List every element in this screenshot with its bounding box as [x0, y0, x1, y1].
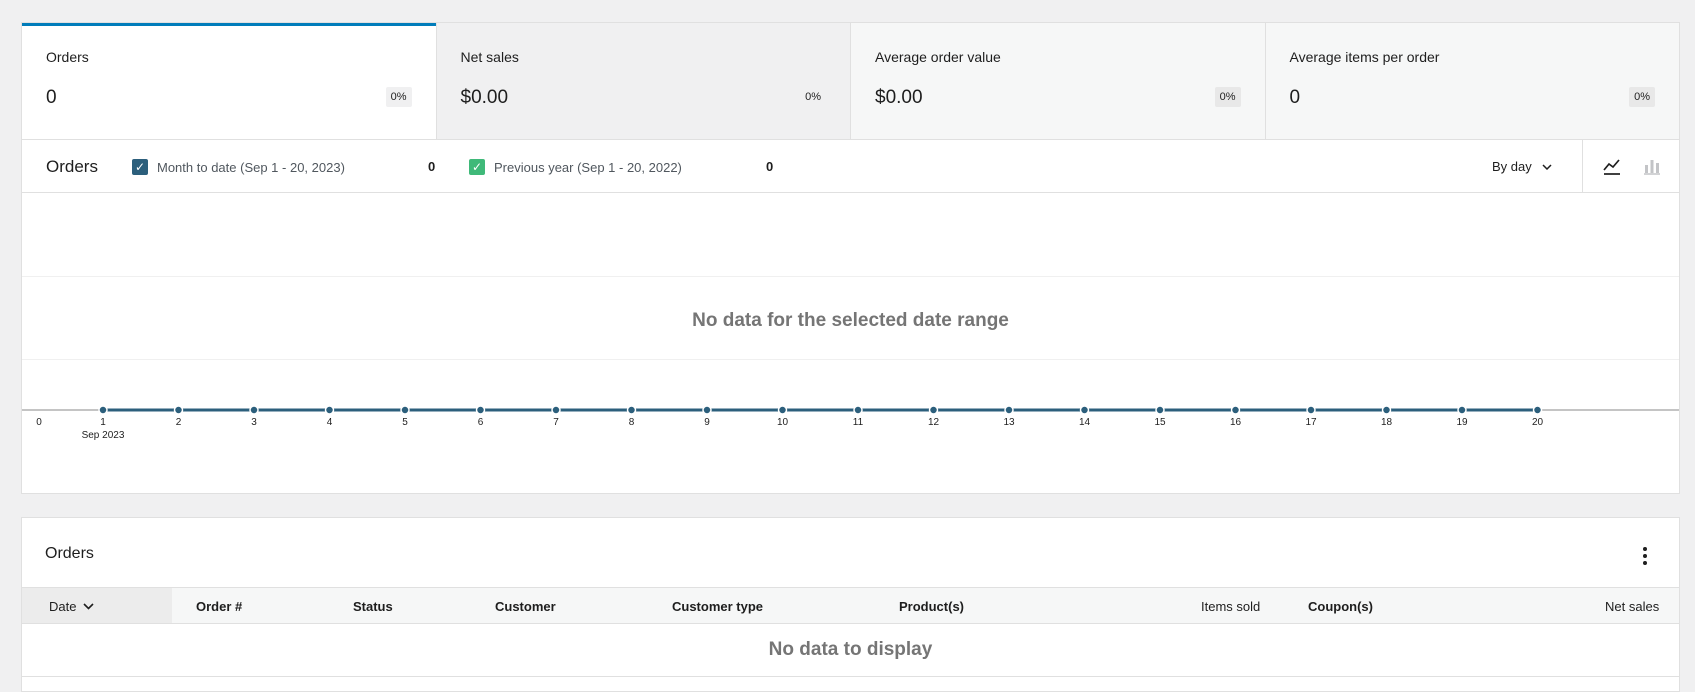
x-tick-label: 19 — [1456, 417, 1468, 428]
data-point — [324, 405, 335, 415]
tile-value: $0.00 — [460, 87, 509, 108]
data-point — [1079, 405, 1090, 415]
x-tick-label: 2 — [176, 417, 182, 428]
orders-table-panel: Orders Date Order # Status Customer Cust… — [21, 517, 1680, 692]
x-tick-label: 4 — [327, 417, 333, 428]
tile-value: 0 — [46, 87, 57, 108]
x-tick-label: 10 — [777, 417, 789, 428]
data-point — [1155, 405, 1165, 415]
x-tick-label: 12 — [928, 417, 940, 428]
data-point — [1381, 405, 1392, 415]
tile-value: 0 — [1289, 87, 1301, 108]
x-tick-label: 8 — [629, 417, 635, 428]
tile-orders[interactable]: Orders 0 0% — [22, 23, 437, 139]
data-point — [626, 405, 637, 415]
column-header-order-number[interactable]: Order # — [196, 599, 242, 614]
x-tick-label: 5 — [402, 417, 408, 428]
column-header-customer[interactable]: Customer — [495, 599, 556, 614]
x-tick-label: 13 — [1003, 417, 1015, 428]
summary-tiles: Orders 0 0% Net sales $0.00 0% Average o… — [21, 22, 1680, 139]
tile-label: Orders — [46, 49, 89, 65]
column-header-date[interactable]: Date — [22, 588, 172, 623]
data-point — [475, 405, 486, 415]
tile-net-sales[interactable]: Net sales $0.00 0% — [436, 23, 851, 139]
table-title: Orders — [45, 545, 94, 562]
x-tick-label: 6 — [478, 417, 484, 428]
data-point — [173, 405, 184, 415]
more-options-icon[interactable] — [1635, 544, 1655, 568]
tile-average-order-value[interactable]: Average order value $0.00 0% — [851, 23, 1266, 139]
tile-average-items-per-order[interactable]: Average items per order 0 0% — [1265, 23, 1679, 139]
data-point — [249, 405, 259, 415]
x-tick-label: 16 — [1230, 417, 1242, 428]
x-tick-label: 20 — [1532, 417, 1544, 428]
data-point — [551, 405, 561, 415]
tile-delta-badge: 0% — [1214, 87, 1241, 107]
x-tick-label: 9 — [704, 417, 710, 428]
data-point — [853, 405, 863, 415]
tile-delta-badge: 0% — [385, 87, 412, 107]
x-tick-label: 17 — [1305, 417, 1317, 428]
data-point — [400, 405, 410, 415]
sort-chevron-down-icon — [83, 603, 94, 610]
divider — [22, 676, 1679, 677]
line-chart: 0 1 2 3 4 5 6 7 8 9 10 11 12 13 14 15 16 17 18 19 20Sep 2023 — [22, 405, 1679, 441]
column-label: Date — [49, 599, 77, 614]
data-point — [1230, 405, 1241, 415]
column-header-items-sold[interactable]: Items sold — [1201, 599, 1260, 614]
data-point — [1457, 405, 1467, 415]
x-tick-label: 1 — [100, 417, 106, 428]
column-header-coupons[interactable]: Coupon(s) — [1308, 599, 1373, 614]
column-header-customer-type[interactable]: Customer type — [672, 599, 763, 614]
x-tick-label: 15 — [1154, 417, 1166, 428]
tile-label: Net sales — [460, 49, 519, 65]
column-header-products[interactable]: Product(s) — [899, 599, 964, 614]
tile-value: $0.00 — [875, 87, 923, 108]
column-header-status[interactable]: Status — [353, 599, 393, 614]
x-tick-label: 3 — [251, 417, 257, 428]
tile-delta-badge: 0% — [805, 91, 821, 103]
data-point — [928, 405, 939, 415]
x-tick-label: 18 — [1381, 417, 1393, 428]
data-point — [98, 405, 108, 415]
tile-label: Average items per order — [1289, 49, 1440, 65]
table-header-row: Date Order # Status Customer Customer ty… — [22, 587, 1679, 624]
data-point — [1004, 405, 1014, 415]
x-tick-label: 14 — [1079, 417, 1091, 428]
column-header-net-sales[interactable]: Net sales — [1605, 599, 1659, 614]
x-tick-sublabel: Sep 2023 — [82, 430, 125, 441]
data-point — [777, 405, 788, 415]
chart-panel: Orders ✓ Month to date (Sep 1 - 20, 2023… — [21, 139, 1680, 494]
tile-label: Average order value — [875, 49, 1001, 65]
x-tick-label: 0 — [36, 417, 42, 428]
table-empty-message: No data to display — [768, 639, 933, 660]
x-tick-label: 11 — [853, 417, 864, 428]
data-point — [1306, 405, 1316, 415]
tile-delta-badge: 0% — [1629, 87, 1655, 107]
x-tick-label: 7 — [553, 417, 559, 428]
data-point — [702, 405, 712, 415]
data-point — [1532, 405, 1543, 415]
